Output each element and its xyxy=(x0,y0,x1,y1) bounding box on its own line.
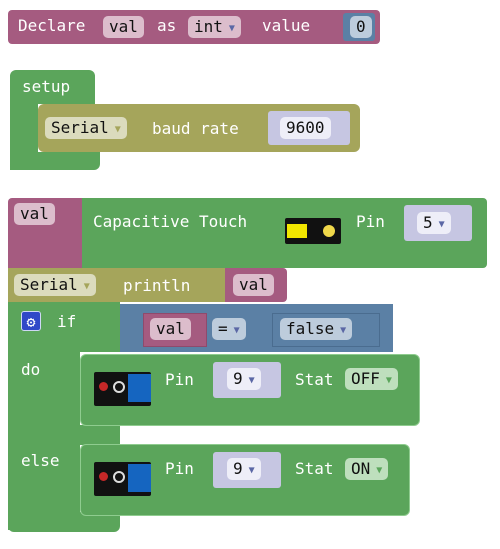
else-stat-dropdown[interactable]: ON ▼ xyxy=(345,458,389,480)
operator-dropdown[interactable]: = ▼ xyxy=(212,318,246,340)
chevron-down-icon: ▼ xyxy=(114,124,121,135)
declare-type-dropdown[interactable]: int ▼ xyxy=(188,16,241,38)
chevron-down-icon: ▼ xyxy=(228,23,235,34)
boolean-value: false xyxy=(286,319,335,338)
chevron-down-icon: ▼ xyxy=(340,325,347,336)
setup-block-foot xyxy=(10,152,100,170)
if-label: if xyxy=(57,312,77,331)
compare-var-field[interactable]: val xyxy=(150,318,191,340)
chevron-down-icon: ▼ xyxy=(438,219,445,230)
touch-pin-dropdown[interactable]: 5 ▼ xyxy=(417,212,451,234)
operator-value: = xyxy=(218,319,228,338)
touch-pin-label: Pin xyxy=(356,212,385,231)
touch-sensor-image xyxy=(285,218,341,244)
else-label: else xyxy=(21,451,60,470)
chevron-down-icon: ▼ xyxy=(233,325,240,336)
pin-value: 9 xyxy=(233,459,243,478)
declare-var-field[interactable]: val xyxy=(103,16,144,38)
gear-icon[interactable]: ⚙ xyxy=(21,311,41,331)
declare-value-input[interactable]: 0 xyxy=(350,16,372,38)
baud-label: baud rate xyxy=(152,119,239,138)
else-pin-label: Pin xyxy=(165,459,194,478)
setup-label: setup xyxy=(22,77,71,96)
do-pin-dropdown[interactable]: 9 ▼ xyxy=(227,368,261,390)
stat-value: ON xyxy=(351,459,371,478)
led-module-image xyxy=(94,372,151,406)
declare-value-label: value xyxy=(262,16,311,35)
do-stat-dropdown[interactable]: OFF ▼ xyxy=(345,368,398,390)
chevron-down-icon: ▼ xyxy=(385,375,392,386)
chevron-down-icon: ▼ xyxy=(248,375,255,386)
if-block-mid xyxy=(8,425,120,445)
serial-value: Serial xyxy=(20,275,78,294)
declare-as-label: as xyxy=(157,16,177,35)
chevron-down-icon: ▼ xyxy=(248,465,255,476)
stat-value: OFF xyxy=(351,369,380,388)
baud-input[interactable]: 9600 xyxy=(280,117,331,139)
boolean-dropdown[interactable]: false ▼ xyxy=(280,318,353,340)
println-label: println xyxy=(123,276,191,295)
led-module-image xyxy=(94,462,151,496)
println-serial-dropdown[interactable]: Serial ▼ xyxy=(14,274,96,296)
serial-dropdown[interactable]: Serial ▼ xyxy=(45,117,127,139)
println-var-field[interactable]: val xyxy=(233,274,274,296)
chevron-down-icon: ▼ xyxy=(83,281,90,292)
do-pin-label: Pin xyxy=(165,370,194,389)
touch-var-field[interactable]: val xyxy=(14,203,55,225)
pin-value: 9 xyxy=(233,369,243,388)
type-value: int xyxy=(194,17,223,36)
else-pin-dropdown[interactable]: 9 ▼ xyxy=(227,458,261,480)
else-stat-label: Stat xyxy=(295,459,334,478)
chevron-down-icon: ▼ xyxy=(376,465,383,476)
touch-label: Capacitive Touch xyxy=(93,212,248,231)
declare-label: Declare xyxy=(18,16,86,35)
serial-value: Serial xyxy=(51,118,109,137)
do-stat-label: Stat xyxy=(295,370,334,389)
do-label: do xyxy=(21,360,41,379)
pin-value: 5 xyxy=(423,213,433,232)
